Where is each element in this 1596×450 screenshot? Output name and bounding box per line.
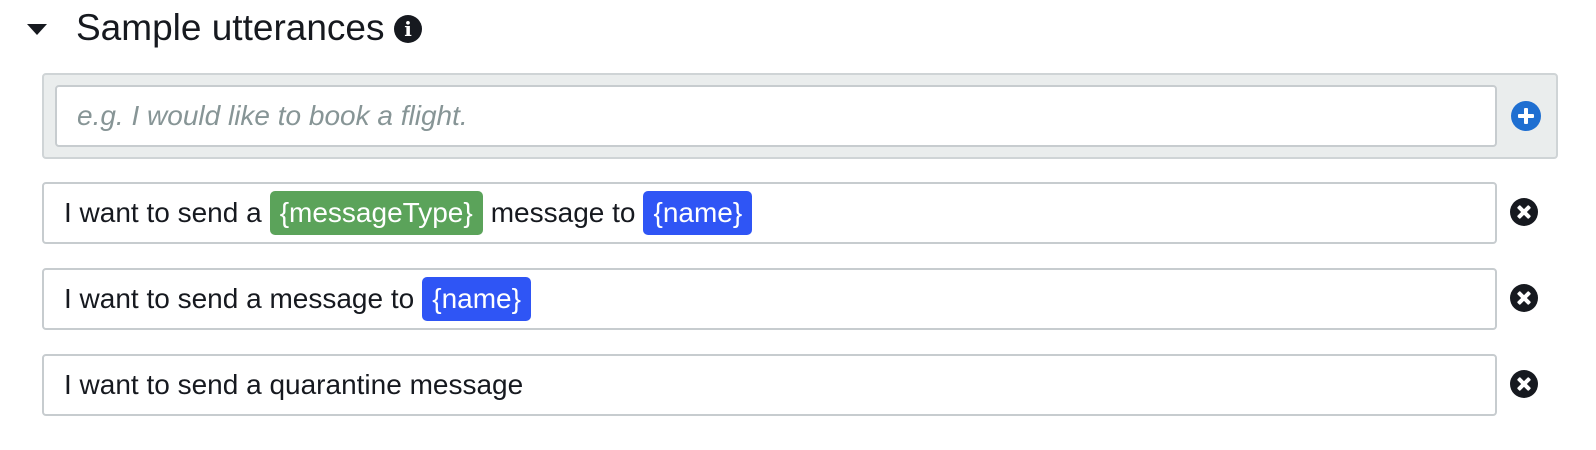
utterance-text: I want to send a quarantine message xyxy=(64,369,524,400)
utterance-text: message to xyxy=(490,197,636,228)
section-title: Sample utterances xyxy=(76,7,385,48)
plus-circle-icon[interactable] xyxy=(1511,101,1541,131)
close-circle-icon[interactable] xyxy=(1510,284,1538,312)
utterance-input[interactable]: I want to send a message to {name} xyxy=(42,268,1497,330)
slot-chip-messagetype[interactable]: {messageType} xyxy=(269,191,483,235)
slot-chip-name[interactable]: {name} xyxy=(643,191,753,235)
utterance-text: I want to send a message to xyxy=(64,283,415,314)
utterance-row: I want to send a message to {name} xyxy=(42,268,1596,332)
new-utterance-input[interactable] xyxy=(55,85,1497,147)
utterance-text: I want to send a xyxy=(64,197,262,228)
utterance-input[interactable]: I want to send a quarantine message xyxy=(42,354,1497,416)
close-circle-icon[interactable] xyxy=(1510,198,1538,226)
new-utterance-panel xyxy=(42,73,1558,159)
info-icon[interactable]: i xyxy=(394,15,422,43)
close-circle-icon[interactable] xyxy=(1510,370,1538,398)
utterance-row: I want to send a quarantine message xyxy=(42,354,1596,418)
slot-chip-name[interactable]: {name} xyxy=(422,277,531,321)
utterance-row: I want to send a {messageType} message t… xyxy=(42,182,1596,246)
section-header: Sample utterances i xyxy=(0,0,600,58)
caret-down-icon[interactable] xyxy=(27,24,47,35)
utterance-input[interactable]: I want to send a {messageType} message t… xyxy=(42,182,1497,244)
